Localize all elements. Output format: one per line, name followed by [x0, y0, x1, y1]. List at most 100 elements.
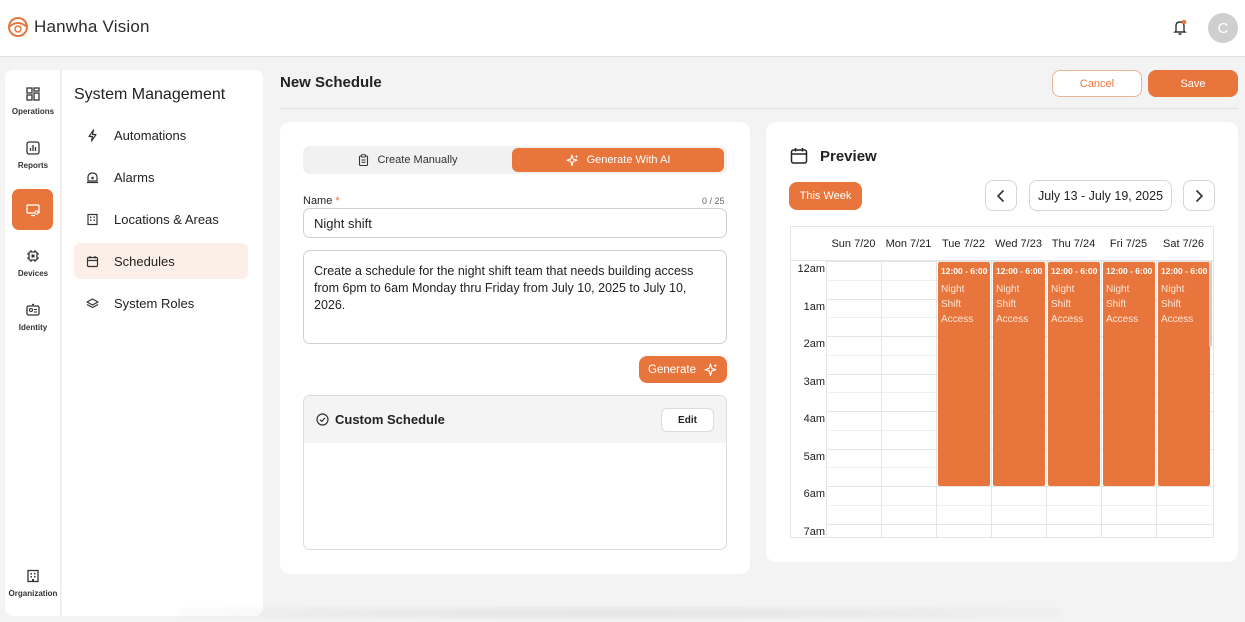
schedule-event-block[interactable]: 12:00 - 6:00 Night Shift Access [1103, 262, 1155, 486]
hour-row: 6am [791, 488, 1213, 532]
calendar-scrollbar[interactable] [1209, 262, 1212, 347]
day-header: Sun 7/20 [831, 238, 876, 250]
grid-icon [26, 87, 40, 101]
event-time: 12:00 - 6:00 [1051, 266, 1098, 276]
schedule-form-card: Create Manually Generate With AI Name * … [280, 122, 750, 574]
bottom-shadow [180, 606, 1060, 620]
system-management-sidebar: System Management Automations Alarms Loc… [62, 70, 263, 616]
rail-item-organization[interactable]: Organization [5, 569, 61, 598]
cancel-button[interactable]: Cancel [1052, 70, 1142, 97]
create-manually-label: Create Manually [377, 154, 458, 166]
create-manually-tab[interactable]: Create Manually [303, 146, 513, 174]
hour-row: 7am [791, 526, 1213, 537]
nav-rail: Operations Reports Devices Identity Orga… [5, 70, 61, 616]
calendar-icon [790, 148, 808, 164]
day-header: Thu 7/24 [1051, 238, 1096, 250]
clipboard-icon [359, 154, 369, 166]
week-calendar: Sun 7/20 Mon 7/21 Tue 7/22 Wed 7/23 Thu … [790, 226, 1214, 538]
custom-schedule-panel: Custom Schedule Edit [303, 395, 727, 550]
custom-schedule-label: Custom Schedule [335, 412, 445, 427]
sidebar-item-label: Alarms [114, 169, 155, 185]
custom-schedule-title: Custom Schedule [316, 412, 445, 427]
edit-button[interactable]: Edit [661, 408, 714, 432]
brand-name: Hanwha Vision [34, 17, 150, 36]
sparkle-icon [704, 362, 718, 376]
header-divider [280, 108, 1238, 109]
hour-label: 2am [803, 338, 825, 350]
day-header: Tue 7/22 [941, 238, 985, 250]
preview-title: Preview [790, 147, 877, 165]
sidebar-item-system-roles[interactable]: System Roles [74, 285, 248, 321]
sidebar-item-label: Locations & Areas [114, 211, 219, 227]
date-range-display[interactable]: July 13 - July 19, 2025 [1029, 180, 1172, 211]
day-header: Sat 7/26 [1163, 238, 1204, 250]
building-icon [27, 569, 39, 583]
check-circle-icon [316, 413, 329, 426]
day-header: Mon 7/21 [885, 238, 932, 250]
save-button[interactable]: Save [1148, 70, 1238, 97]
name-char-count: 0 / 25 [702, 196, 725, 206]
notification-bell-icon[interactable] [1171, 18, 1189, 36]
user-avatar[interactable]: C [1208, 13, 1238, 43]
hour-label: 4am [803, 413, 825, 425]
brand-logo[interactable]: Hanwha Vision [6, 15, 150, 39]
schedule-event-block[interactable]: 12:00 - 6:00 Night Shift Access [938, 262, 990, 486]
rail-label-devices: Devices [17, 269, 49, 278]
sidebar-item-alarms[interactable]: Alarms [74, 159, 248, 195]
name-label-text: Name [303, 195, 333, 207]
rail-label-reports: Reports [17, 161, 49, 170]
required-asterisk: * [335, 195, 340, 207]
sidebar-item-schedules[interactable]: Schedules [74, 243, 248, 279]
rail-label-organization: Organization [8, 589, 58, 598]
chip-icon [27, 250, 39, 262]
hour-label: 6am [803, 488, 825, 500]
siren-icon [87, 171, 98, 183]
generate-with-ai-tab[interactable]: Generate With AI [512, 148, 724, 172]
bar-chart-icon [26, 141, 40, 155]
hour-label: 7am [803, 526, 825, 538]
schedule-event-block[interactable]: 12:00 - 6:00 Night Shift Access [1158, 262, 1210, 486]
sidebar-item-label: System Roles [114, 295, 195, 311]
building-icon [87, 213, 98, 225]
rail-label-identity: Identity [18, 323, 48, 332]
rail-item-identity[interactable]: Identity [5, 303, 61, 332]
chevron-left-icon [996, 189, 1005, 202]
day-header: Fri 7/25 [1109, 238, 1148, 250]
layers-icon [86, 297, 99, 308]
sparkle-icon [566, 153, 578, 166]
rail-item-reports[interactable]: Reports [5, 141, 61, 170]
sidebar-title: System Management [74, 86, 226, 103]
top-bar: Hanwha Vision C [0, 0, 1245, 57]
id-card-icon [26, 303, 40, 316]
ai-prompt-textarea[interactable]: Create a schedule for the night shift te… [303, 250, 727, 344]
schedule-event-block[interactable]: 12:00 - 6:00 Night Shift Access [1048, 262, 1100, 486]
hour-label: 1am [803, 301, 825, 313]
hour-label: 5am [803, 451, 825, 463]
rail-item-system-management[interactable] [12, 189, 53, 230]
sidebar-item-automations[interactable]: Automations [74, 117, 248, 153]
this-week-button[interactable]: This Week [789, 182, 862, 210]
calendar-icon [86, 255, 99, 267]
hour-label: 3am [803, 376, 825, 388]
event-title: Night Shift Access [996, 284, 1029, 325]
lightning-icon [88, 128, 97, 142]
event-time: 12:00 - 6:00 [1161, 266, 1208, 276]
generate-button[interactable]: Generate [639, 356, 727, 383]
rail-item-devices[interactable]: Devices [5, 249, 61, 278]
sidebar-item-locations-areas[interactable]: Locations & Areas [74, 201, 248, 237]
schedule-event-block[interactable]: 12:00 - 6:00 Night Shift Access [993, 262, 1045, 486]
day-header: Wed 7/23 [995, 238, 1042, 250]
previous-week-button[interactable] [985, 180, 1017, 211]
hour-label: 12am [797, 263, 825, 275]
monitor-settings-icon [25, 203, 40, 216]
calendar-header: Sun 7/20 Mon 7/21 Tue 7/22 Wed 7/23 Thu … [791, 227, 1213, 261]
next-week-button[interactable] [1183, 180, 1215, 211]
event-title: Night Shift Access [1051, 284, 1084, 325]
name-input[interactable]: Night shift [303, 208, 727, 238]
event-title: Night Shift Access [1161, 284, 1194, 325]
generate-label: Generate [648, 363, 696, 376]
sidebar-item-label: Schedules [114, 253, 175, 269]
custom-schedule-header: Custom Schedule Edit [304, 396, 726, 443]
sidebar-item-label: Automations [114, 127, 187, 143]
rail-item-operations[interactable]: Operations [5, 87, 61, 116]
